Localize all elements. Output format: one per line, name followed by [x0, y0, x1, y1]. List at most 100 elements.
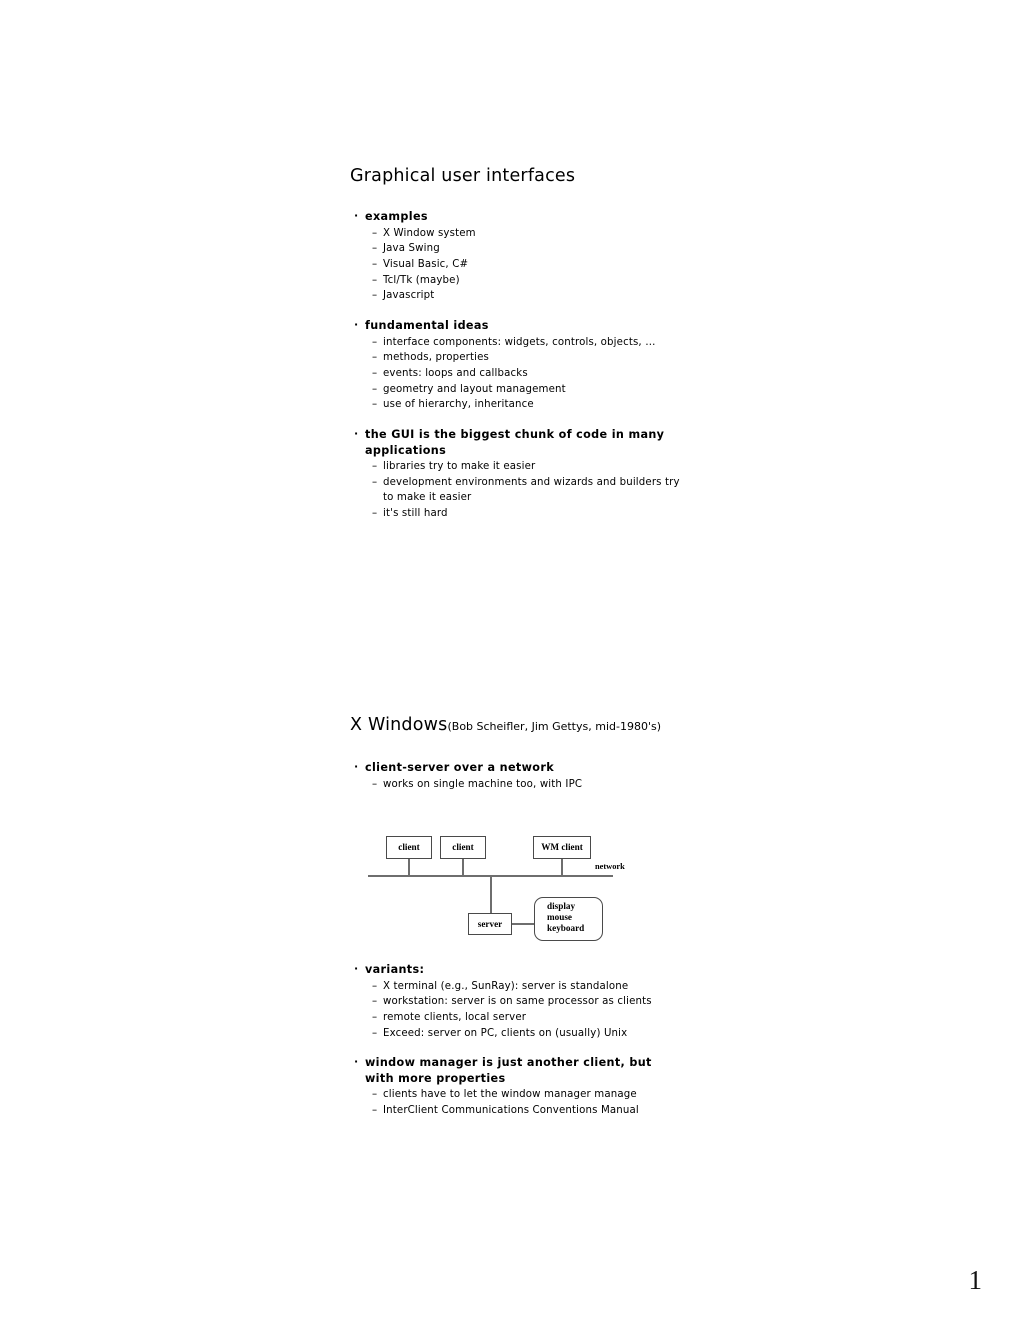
- bullet-heading-text: fundamental ideas: [365, 319, 489, 333]
- sub-bullet-item: – X Window system: [350, 226, 683, 242]
- bullet-heading-text: client-server over a network: [365, 761, 555, 774]
- sub-bullet-item: – methods, properties: [350, 350, 683, 366]
- diagram-connector-server-device: [512, 923, 534, 925]
- sub-bullet-list: – libraries try to make it easier – deve…: [350, 459, 680, 522]
- sub-bullet-item: – libraries try to make it easier: [350, 459, 683, 475]
- dash-marker-icon: –: [372, 227, 378, 239]
- sub-bullet-text: works on single machine too, with IPC: [383, 778, 583, 790]
- bullet-marker-icon: ·: [354, 209, 359, 222]
- slide-2-bullet-list-bottom: · variants: – X terminal (e.g., SunRay):…: [350, 962, 680, 1119]
- bullet-group-variants: · variants: – X terminal (e.g., SunRay):…: [350, 962, 680, 1041]
- sub-bullet-text: it's still hard: [383, 508, 448, 520]
- diagram-box-label: client: [398, 842, 420, 852]
- slide-1-bullet-list: · examples – X Window system – Java Swin…: [350, 209, 680, 522]
- dash-marker-icon: –: [372, 508, 378, 520]
- diagram-box-label: WM client: [541, 842, 583, 852]
- sub-bullet-item: – use of hierarchy, inheritance: [350, 397, 683, 413]
- bullet-heading-window-manager: · window manager is just another client,…: [350, 1055, 665, 1086]
- sub-bullet-text: Visual Basic, C#: [383, 258, 469, 270]
- sub-bullet-text: interface components: widgets, controls,…: [383, 336, 656, 348]
- sub-bullet-item: – clients have to let the window manager…: [350, 1087, 683, 1103]
- sub-bullet-list: – interface components: widgets, control…: [350, 335, 680, 414]
- sub-bullet-text: remote clients, local server: [383, 1011, 527, 1023]
- bullet-marker-icon: ·: [354, 962, 359, 975]
- bullet-group-client-server: · client-server over a network – works o…: [350, 760, 680, 792]
- sub-bullet-text: workstation: server is on same processor…: [383, 996, 652, 1008]
- sub-bullet-text: clients have to let the window manager m…: [383, 1089, 637, 1101]
- sub-bullet-text: geometry and layout management: [383, 383, 566, 395]
- sub-bullet-item: – InterClient Communications Conventions…: [350, 1103, 683, 1119]
- device-line-display: display: [547, 901, 576, 911]
- dash-marker-icon: –: [372, 980, 378, 992]
- sub-bullet-text: Javascript: [383, 290, 435, 302]
- diagram-connector-client-1: [408, 859, 410, 876]
- bullet-heading-variants: · variants:: [350, 962, 665, 978]
- sub-bullet-text: Exceed: server on PC, clients on (usuall…: [383, 1027, 628, 1039]
- sub-bullet-item: – Java Swing: [350, 241, 683, 257]
- slide-2-bullet-list-top: · client-server over a network – works o…: [350, 760, 680, 792]
- dash-marker-icon: –: [372, 336, 378, 348]
- sub-bullet-text: use of hierarchy, inheritance: [383, 399, 534, 411]
- sub-bullet-text: events: loops and callbacks: [383, 367, 528, 379]
- slide-1-title: Graphical user interfaces: [350, 165, 680, 187]
- sub-bullet-item: – Exceed: server on PC, clients on (usua…: [350, 1026, 683, 1042]
- dash-marker-icon: –: [372, 383, 378, 395]
- bullet-heading-examples: · examples: [350, 209, 665, 225]
- dash-marker-icon: –: [372, 778, 378, 790]
- bullet-heading-client-server: · client-server over a network: [350, 760, 665, 776]
- sub-bullet-text: InterClient Communications Conventions M…: [383, 1105, 639, 1117]
- sub-bullet-text: Java Swing: [383, 243, 440, 255]
- device-line-mouse: mouse: [547, 912, 573, 922]
- sub-bullet-text: Tcl/Tk (maybe): [383, 274, 460, 286]
- bullet-heading-text: examples: [365, 210, 428, 223]
- bullet-group-window-manager: · window manager is just another client,…: [350, 1055, 680, 1118]
- diagram-box-client-1: client: [386, 836, 432, 859]
- dash-marker-icon: –: [372, 461, 378, 473]
- sub-bullet-list: – works on single machine too, with IPC: [350, 777, 680, 793]
- dash-marker-icon: –: [372, 996, 378, 1008]
- handout-page: Graphical user interfaces · examples – X…: [0, 0, 1020, 1320]
- dash-marker-icon: –: [372, 352, 378, 364]
- bullet-marker-icon: ·: [354, 1055, 359, 1069]
- bullet-heading-fundamental-ideas: · fundamental ideas: [350, 318, 665, 334]
- sub-bullet-item: – Tcl/Tk (maybe): [350, 273, 683, 289]
- page-number: 1: [968, 1265, 983, 1295]
- diagram-box-display-device: display mouse keyboard: [534, 897, 603, 941]
- dash-marker-icon: –: [372, 399, 378, 411]
- sub-bullet-text: methods, properties: [383, 352, 489, 364]
- diagram-box-client-2: client: [440, 836, 486, 859]
- bullet-heading-text: variants:: [365, 963, 425, 976]
- sub-bullet-item: – events: loops and callbacks: [350, 366, 683, 382]
- dash-marker-icon: –: [372, 274, 378, 286]
- diagram-box-label: server: [477, 918, 503, 929]
- sub-bullet-text: libraries try to make it easier: [383, 461, 536, 473]
- sub-bullet-list: – clients have to let the window manager…: [350, 1087, 680, 1118]
- slide-2-subtitle-text: (Bob Scheifler, Jim Gettys, mid-1980's): [447, 720, 661, 733]
- diagram-box-label: client: [452, 842, 474, 852]
- bullet-heading-text: the GUI is the biggest chunk of code in …: [365, 428, 665, 457]
- dash-marker-icon: –: [372, 1011, 378, 1023]
- bullet-group-gui-biggest-chunk: · the GUI is the biggest chunk of code i…: [350, 427, 680, 522]
- diagram-connector-server: [490, 876, 492, 913]
- diagram-box-wm-client: WM client: [533, 836, 591, 859]
- sub-bullet-item: – development environments and wizards a…: [350, 475, 683, 506]
- sub-bullet-item: – works on single machine too, with IPC: [350, 777, 683, 793]
- slide-1-title-text: Graphical user interfaces: [350, 166, 576, 186]
- dash-marker-icon: –: [372, 367, 378, 379]
- diagram-connector-wm-client: [561, 859, 563, 876]
- slide-graphical-user-interfaces: Graphical user interfaces · examples – X…: [350, 165, 680, 522]
- sub-bullet-item: – geometry and layout management: [350, 382, 683, 398]
- slide-2-title-text: X Windows: [350, 715, 448, 735]
- x-window-client-server-diagram: client client WM client network server d…: [365, 828, 645, 948]
- dash-marker-icon: –: [372, 258, 378, 270]
- slide-2-title: X Windows(Bob Scheifler, Jim Gettys, mid…: [350, 714, 680, 738]
- bullet-group-examples: · examples – X Window system – Java Swin…: [350, 209, 680, 304]
- dash-marker-icon: –: [372, 290, 378, 302]
- sub-bullet-text: X terminal (e.g., SunRay): server is sta…: [383, 980, 629, 992]
- dash-marker-icon: –: [372, 1105, 378, 1117]
- sub-bullet-item: – remote clients, local server: [350, 1010, 683, 1026]
- diagram-box-server: server: [468, 913, 512, 935]
- bullet-heading-gui-biggest-chunk: · the GUI is the biggest chunk of code i…: [350, 427, 665, 458]
- device-line-keyboard: keyboard: [547, 923, 585, 933]
- sub-bullet-item: – X terminal (e.g., SunRay): server is s…: [350, 979, 683, 995]
